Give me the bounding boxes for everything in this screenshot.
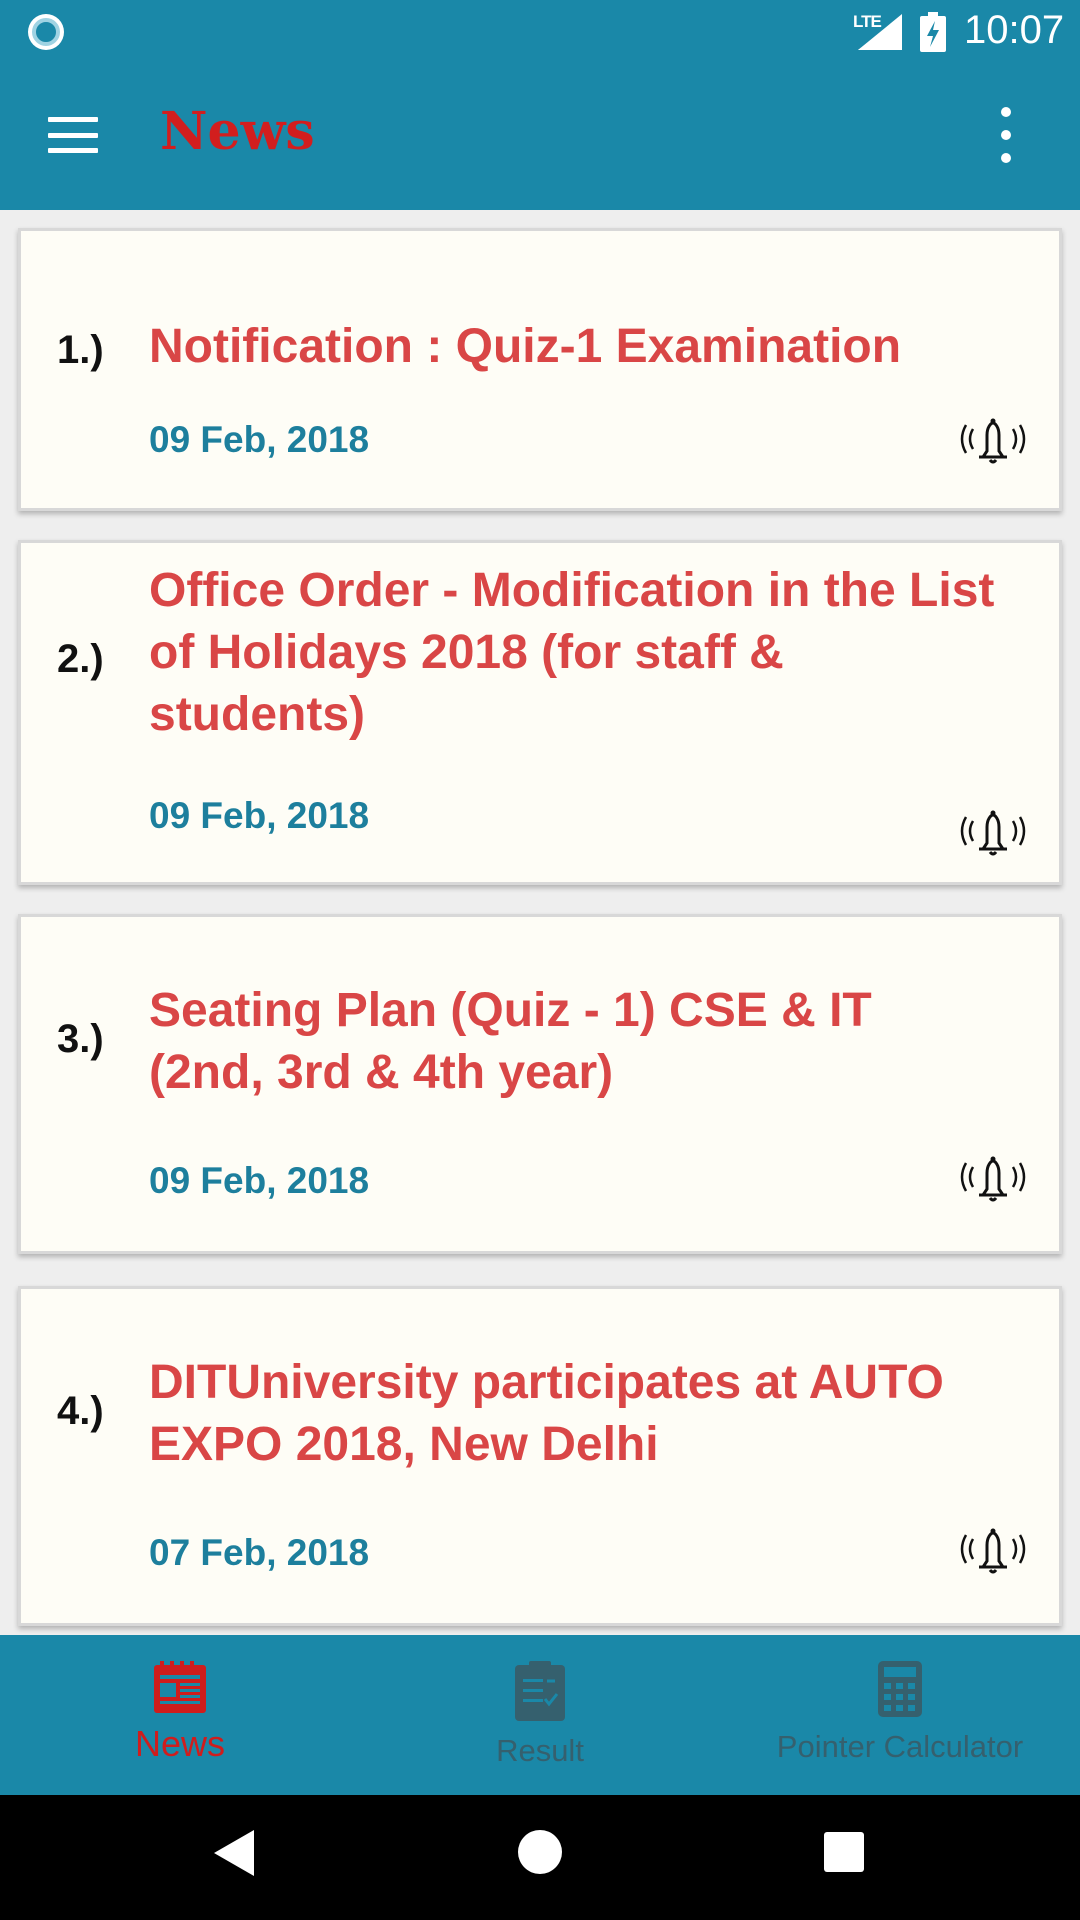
clock: 10:07 <box>964 8 1065 52</box>
news-card[interactable]: 2.) Office Order - Modification in the L… <box>18 540 1062 885</box>
news-card[interactable]: 4.) DITUniversity participates at AUTO E… <box>18 1286 1062 1626</box>
news-number: 1.) <box>57 328 104 372</box>
notification-bell-icon[interactable] <box>957 411 1029 467</box>
hamburger-menu-icon[interactable] <box>48 117 98 153</box>
signal-icon <box>858 14 902 50</box>
calculator-icon <box>878 1661 922 1717</box>
status-bar: LTE 10:07 <box>0 0 1080 63</box>
bottom-navigation: News Result Pointer Calculator <box>0 1635 1080 1795</box>
notification-bell-icon[interactable] <box>957 1149 1029 1205</box>
nav-tab-news[interactable]: News <box>0 1635 360 1795</box>
news-title: Notification : Quiz-1 Examination <box>149 320 902 373</box>
notification-bell-icon[interactable] <box>957 1521 1029 1577</box>
news-card[interactable]: 1.) Notification : Quiz-1 Examination 09… <box>18 228 1062 511</box>
nav-label: Pointer Calculator <box>776 1729 1024 1764</box>
app-toolbar: News <box>0 63 1080 210</box>
news-number: 2.) <box>57 637 104 681</box>
system-navigation-bar <box>0 1795 1080 1920</box>
news-date: 09 Feb, 2018 <box>149 419 370 460</box>
news-title: Seating Plan (Quiz - 1) CSE & IT (2nd, 3… <box>149 984 872 1099</box>
news-title: Office Order - Modification in the List … <box>149 564 995 741</box>
notification-bell-icon[interactable] <box>957 803 1029 859</box>
nav-label: Result <box>496 1733 584 1768</box>
nav-tab-result[interactable]: Result <box>360 1635 720 1795</box>
recent-apps-icon[interactable] <box>824 1832 864 1872</box>
news-list[interactable]: 1.) Notification : Quiz-1 Examination 09… <box>0 210 1080 1635</box>
newspaper-icon <box>154 1661 206 1713</box>
clipboard-icon <box>515 1661 565 1721</box>
nav-tab-pointer-calculator[interactable]: Pointer Calculator <box>720 1635 1080 1795</box>
nav-label: News <box>134 1723 226 1764</box>
home-icon[interactable] <box>518 1830 562 1874</box>
back-icon[interactable] <box>214 1830 256 1876</box>
news-number: 4.) <box>57 1389 104 1433</box>
news-number: 3.) <box>57 1017 104 1061</box>
notification-icon <box>28 14 64 50</box>
page-title: News <box>160 101 315 162</box>
news-title: DITUniversity participates at AUTO EXPO … <box>149 1356 944 1471</box>
news-date: 09 Feb, 2018 <box>149 1160 370 1201</box>
news-card[interactable]: 3.) Seating Plan (Quiz - 1) CSE & IT (2n… <box>18 914 1062 1254</box>
battery-icon <box>920 12 946 52</box>
news-date: 09 Feb, 2018 <box>149 795 370 836</box>
overflow-menu-icon[interactable] <box>998 107 1014 163</box>
news-date: 07 Feb, 2018 <box>149 1532 370 1573</box>
